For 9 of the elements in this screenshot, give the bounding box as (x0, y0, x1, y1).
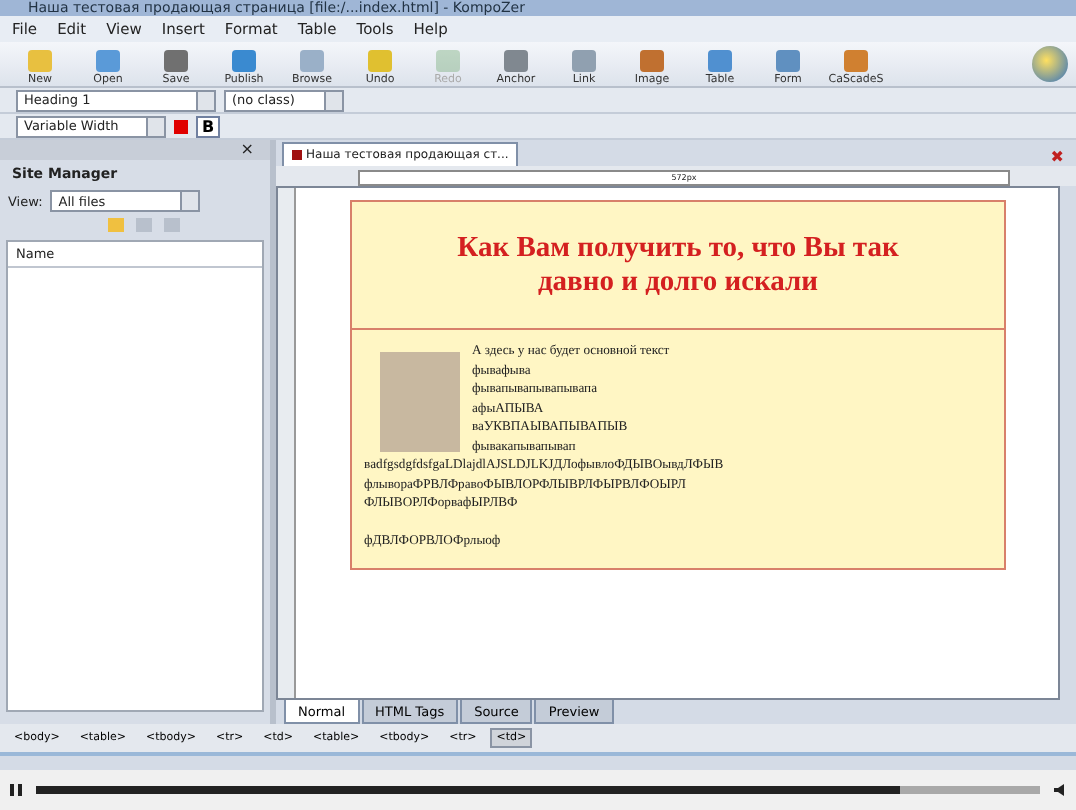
pause-icon[interactable] (8, 782, 24, 798)
bold-button[interactable]: B (196, 115, 221, 137)
photo-placeholder (380, 352, 460, 452)
close-icon[interactable]: ✖ (1050, 148, 1064, 166)
close-icon[interactable]: × (240, 140, 254, 160)
page-heading: Как Вам получить то, что Вы так давно и долго искали (352, 202, 1004, 330)
volume-icon[interactable] (1052, 782, 1068, 798)
progress-bar[interactable] (36, 786, 1040, 794)
text-color-icon[interactable] (174, 119, 188, 133)
